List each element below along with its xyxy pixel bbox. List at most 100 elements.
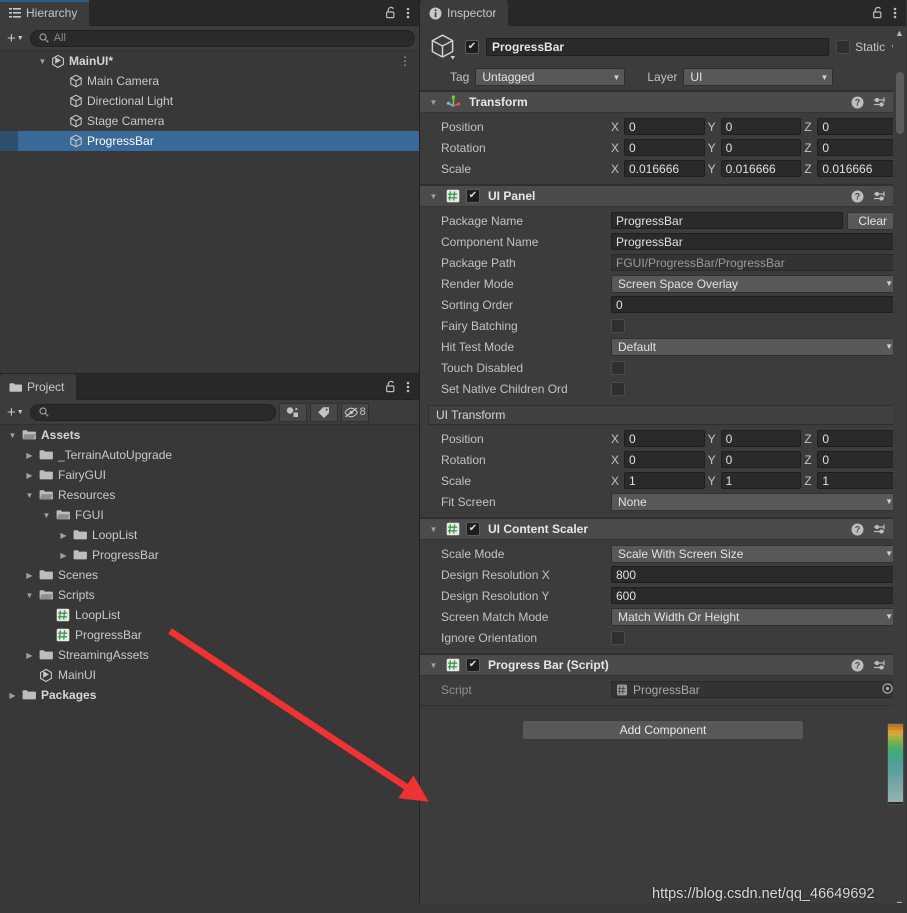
hierarchy-item-main-camera[interactable]: Main Camera	[0, 71, 419, 91]
help-icon[interactable]: ?	[851, 659, 864, 672]
project-item-streamingassets[interactable]: ▶ StreamingAssets	[0, 645, 419, 665]
component-enabled-checkbox[interactable]	[466, 658, 480, 672]
project-item-fairygui[interactable]: ▶ FairyGUI	[0, 465, 419, 485]
twisty-collapsed-icon[interactable]: ▶	[23, 651, 36, 660]
twisty-expanded-icon[interactable]: ▼	[40, 511, 53, 520]
design-resolution-x-input[interactable]: 800	[611, 566, 898, 583]
inspector-minimap[interactable]	[887, 723, 904, 805]
ignore-orientation-checkbox[interactable]	[611, 630, 625, 645]
twisty-expanded-icon[interactable]: ▼	[23, 591, 36, 600]
position-y-input[interactable]: 0	[720, 430, 802, 447]
position-y-input[interactable]: 0	[720, 118, 802, 135]
twisty-expanded-icon[interactable]: ▼	[427, 661, 440, 670]
tab-inspector[interactable]: Inspector	[420, 0, 509, 26]
position-x-input[interactable]: 0	[624, 118, 705, 135]
component-header-ui-content-scaler[interactable]: ▼ UI Content Scaler?	[420, 518, 906, 540]
set-native-children-ord-checkbox[interactable]	[611, 381, 625, 396]
twisty-expanded-icon[interactable]: ▼	[427, 192, 440, 201]
touch-disabled-checkbox[interactable]	[611, 360, 625, 375]
tag-dropdown[interactable]: Untagged ▼	[475, 68, 626, 86]
rotation-x-input[interactable]: 0	[624, 139, 705, 156]
twisty-collapsed-icon[interactable]: ▶	[23, 571, 36, 580]
twisty-collapsed-icon[interactable]: ▶	[57, 531, 70, 540]
render-mode-dropdown[interactable]: Screen Space Overlay ▼	[611, 274, 898, 293]
static-checkbox[interactable]	[836, 40, 851, 54]
component-name-input[interactable]: ProgressBar	[611, 233, 898, 250]
layer-dropdown[interactable]: UI ▼	[683, 68, 834, 86]
gameobject-enabled-checkbox[interactable]	[465, 40, 479, 54]
hierarchy-search-input[interactable]: All	[29, 29, 415, 47]
help-icon[interactable]: ?	[851, 190, 864, 203]
project-item-looplist[interactable]: ▶ LoopList	[0, 525, 419, 545]
position-z-input[interactable]: 0	[817, 430, 899, 447]
hierarchy-item-menu-icon[interactable]: ⋮	[399, 54, 419, 68]
position-z-input[interactable]: 0	[817, 118, 899, 135]
project-item-scripts[interactable]: ▼ Scripts	[0, 585, 419, 605]
project-item-progressbar[interactable]: ▶ ProgressBar	[0, 545, 419, 565]
kebab-menu-icon[interactable]	[893, 6, 897, 20]
project-item-mainui[interactable]: MainUI	[0, 665, 419, 685]
rotation-y-input[interactable]: 0	[720, 139, 802, 156]
twisty-collapsed-icon[interactable]: ▶	[6, 691, 19, 700]
inspector-scrollbar-thumb[interactable]	[896, 72, 904, 134]
lock-open-icon[interactable]	[872, 6, 884, 19]
fairy-batching-checkbox[interactable]	[611, 318, 625, 333]
position-x-input[interactable]: 0	[624, 430, 705, 447]
sorting-order-input[interactable]: 0	[611, 296, 898, 313]
rotation-y-input[interactable]: 0	[720, 451, 802, 468]
project-item-packages[interactable]: ▶ Packages	[0, 685, 419, 705]
hidden-packages-icon[interactable]: 8	[340, 402, 369, 422]
twisty-expanded-icon[interactable]: ▼	[6, 431, 19, 440]
component-header-transform[interactable]: ▼ Transform?	[420, 91, 906, 113]
project-search-input[interactable]	[29, 403, 276, 421]
hierarchy-item-directional-light[interactable]: Directional Light	[0, 91, 419, 111]
clear-button[interactable]: Clear	[847, 211, 898, 230]
project-item-fgui[interactable]: ▼ FGUI	[0, 505, 419, 525]
hierarchy-item-stage-camera[interactable]: Stage Camera	[0, 111, 419, 131]
project-add-button[interactable]: + ▼	[4, 405, 27, 420]
twisty-expanded-icon[interactable]: ▼	[427, 525, 440, 534]
component-enabled-checkbox[interactable]	[466, 189, 480, 203]
tab-hierarchy[interactable]: Hierarchy	[0, 0, 90, 26]
hit-test-mode-dropdown[interactable]: Default ▼	[611, 337, 898, 356]
scale-y-input[interactable]: 0.016666	[720, 160, 802, 177]
twisty-collapsed-icon[interactable]: ▶	[57, 551, 70, 560]
rotation-z-input[interactable]: 0	[817, 451, 899, 468]
scroll-up-arrow-icon[interactable]: ▲	[895, 28, 904, 38]
rotation-z-input[interactable]: 0	[817, 139, 899, 156]
scale-z-input[interactable]: 0.016666	[817, 160, 899, 177]
hierarchy-item-progressbar[interactable]: ProgressBar	[0, 131, 419, 151]
preset-icon[interactable]	[873, 96, 886, 109]
twisty-expanded-icon[interactable]: ▼	[36, 57, 49, 66]
kebab-menu-icon[interactable]	[406, 380, 410, 394]
help-icon[interactable]: ?	[851, 96, 864, 109]
scale-x-input[interactable]: 0.016666	[624, 160, 705, 177]
twisty-collapsed-icon[interactable]: ▶	[23, 451, 36, 460]
twisty-expanded-icon[interactable]: ▼	[23, 491, 36, 500]
filter-by-label-icon[interactable]	[309, 402, 338, 422]
twisty-collapsed-icon[interactable]: ▶	[23, 471, 36, 480]
add-component-button[interactable]: Add Component	[522, 720, 804, 740]
design-resolution-y-input[interactable]: 600	[611, 587, 898, 604]
project-item-scenes[interactable]: ▶ Scenes	[0, 565, 419, 585]
project-item-resources[interactable]: ▼ Resources	[0, 485, 419, 505]
preset-icon[interactable]	[873, 190, 886, 203]
hierarchy-tree[interactable]: ▼ MainUI* ⋮ Main Camera Directional Light Sta…	[0, 51, 419, 373]
hierarchy-item-mainui-[interactable]: ▼ MainUI* ⋮	[0, 51, 419, 71]
help-icon[interactable]: ?	[851, 523, 864, 536]
gameobject-name-input[interactable]: ProgressBar	[486, 38, 830, 56]
screen-match-mode-dropdown[interactable]: Match Width Or Height ▼	[611, 607, 898, 626]
project-item-looplist[interactable]: LoopList	[0, 605, 419, 625]
scale-x-input[interactable]: 1	[624, 472, 705, 489]
package-name-input[interactable]: ProgressBar	[611, 212, 844, 229]
component-header-progress-bar-script[interactable]: ▼ Progress Bar (Script)?	[420, 654, 906, 676]
hierarchy-add-button[interactable]: + ▼	[4, 31, 27, 46]
tab-project[interactable]: Project	[0, 374, 77, 400]
component-header-ui-panel[interactable]: ▼ UI Panel?	[420, 185, 906, 207]
project-item-assets[interactable]: ▼ Assets	[0, 425, 419, 445]
rotation-x-input[interactable]: 0	[624, 451, 705, 468]
script-object-field[interactable]: ProgressBar	[611, 681, 898, 698]
scale-mode-dropdown[interactable]: Scale With Screen Size ▼	[611, 544, 898, 563]
kebab-menu-icon[interactable]	[406, 6, 410, 20]
twisty-expanded-icon[interactable]: ▼	[427, 98, 440, 107]
